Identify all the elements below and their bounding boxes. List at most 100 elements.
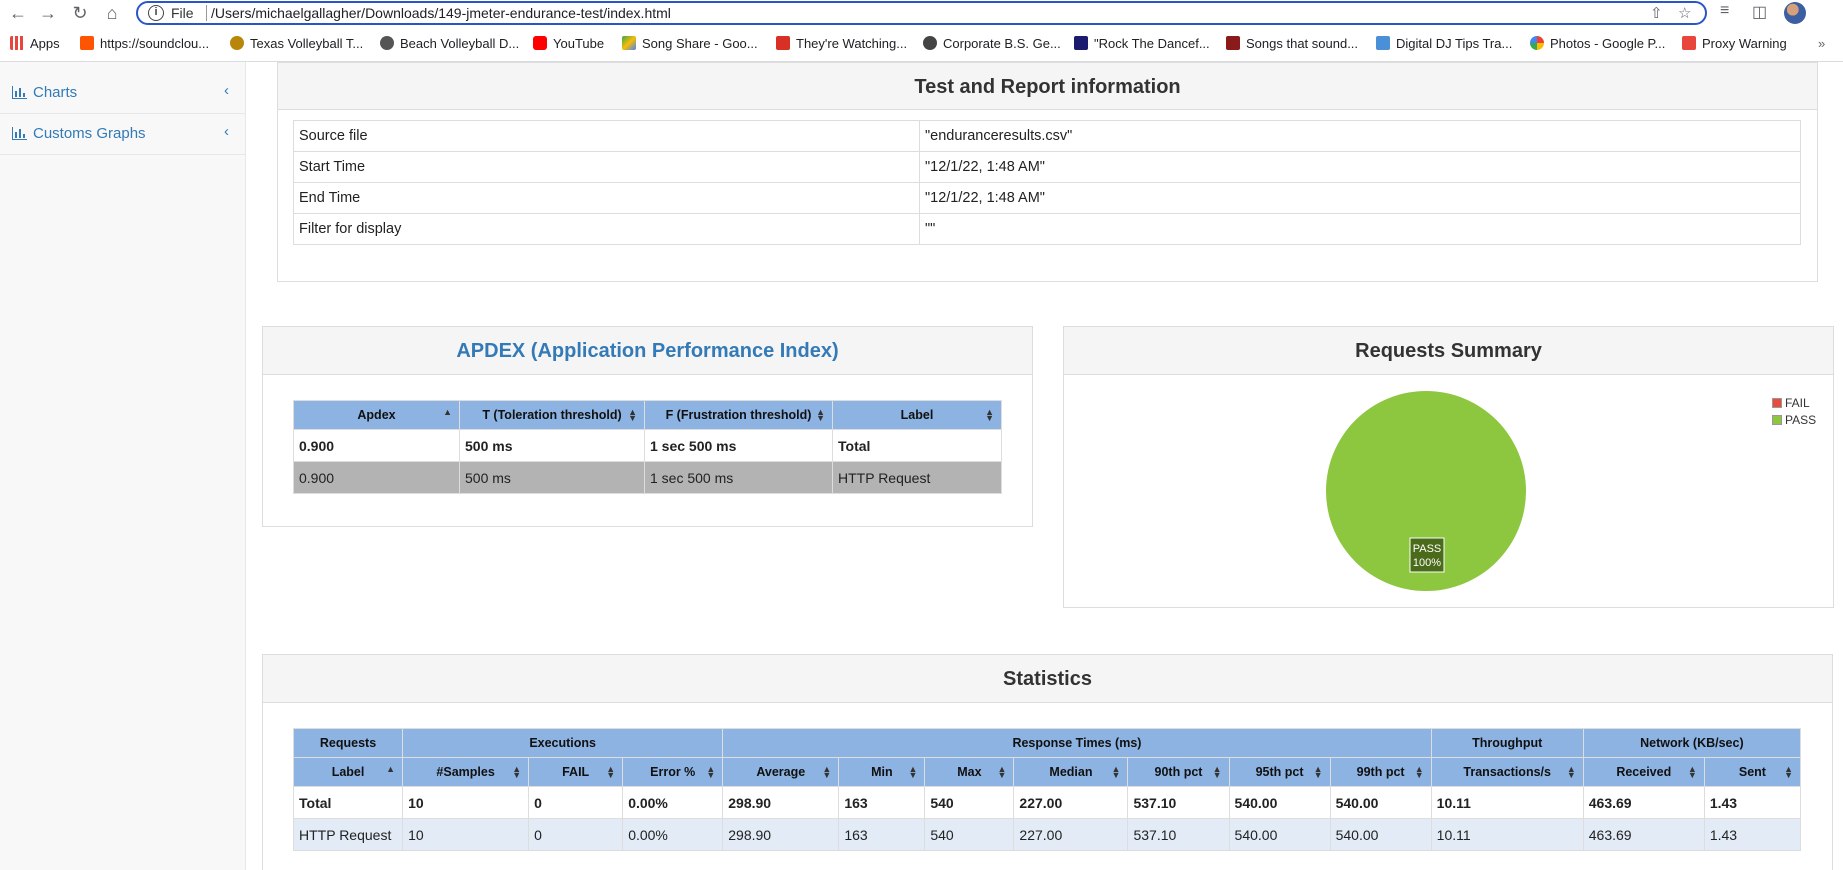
statistics-title: Statistics xyxy=(263,655,1832,703)
table-cell: 463.69 xyxy=(1582,786,1705,819)
column-header[interactable]: FAIL ▲ ▼ xyxy=(528,757,624,787)
sidebar: Charts ‹ Customs Graphs ‹ xyxy=(0,62,246,870)
table-cell: 1 sec 500 ms xyxy=(644,429,833,462)
bookmark-item[interactable]: Corporate B.S. Ge... xyxy=(923,36,1061,51)
bookmark-item[interactable]: Photos - Google P... xyxy=(1530,36,1665,51)
home-icon[interactable]: ⌂ xyxy=(100,2,124,24)
table-cell: 227.00 xyxy=(1013,818,1129,851)
back-arrow-icon[interactable]: ← xyxy=(6,2,30,24)
table-cell: 500 ms xyxy=(459,429,645,462)
bookmark-item[interactable]: Beach Volleyball D... xyxy=(380,36,519,51)
column-header[interactable]: Transactions/s ▲ ▼ xyxy=(1430,757,1584,787)
column-header-label: Min xyxy=(871,765,893,779)
chevron-left-icon: ‹ xyxy=(224,123,229,140)
sort-icon: ▲ ▼ xyxy=(706,764,716,780)
column-header-label: Label xyxy=(900,408,934,422)
column-header[interactable]: 90th pct ▲ ▼ xyxy=(1127,757,1230,787)
red-a-icon xyxy=(776,36,790,50)
column-header[interactable]: Sent ▲ ▼ xyxy=(1703,757,1802,787)
column-header-label: 90th pct xyxy=(1154,765,1203,779)
bookmark-label: Beach Volleyball D... xyxy=(400,36,520,51)
bookmark-label: YouTube xyxy=(553,36,605,51)
sidebar-item-customs-graphs[interactable]: Customs Graphs ‹ xyxy=(0,114,245,155)
group-header: Executions xyxy=(402,728,724,758)
column-header[interactable]: Received ▲ ▼ xyxy=(1582,757,1705,787)
sort-icon: ▲ ▼ xyxy=(1414,764,1424,780)
sort-icon: ▲ ▼ xyxy=(628,407,637,423)
requests-summary-panel: Requests Summary PASS 100% xyxy=(1063,326,1834,608)
table-cell: 540.00 xyxy=(1228,786,1331,819)
table-cell: 1.43 xyxy=(1703,818,1802,851)
sort-icon: ▲ ▼ xyxy=(908,764,918,780)
sidebar-item-charts[interactable]: Charts ‹ xyxy=(0,73,245,114)
share-icon[interactable]: ⇧ xyxy=(1650,4,1663,22)
table-cell: 0.00% xyxy=(622,818,724,851)
column-header[interactable]: Label ▲ xyxy=(292,757,404,787)
column-header[interactable]: #Samples ▲ ▼ xyxy=(402,757,530,787)
address-bar[interactable]: i File /Users/michaelgallagher/Downloads… xyxy=(136,1,1707,25)
reading-list-icon[interactable]: ≡ xyxy=(1720,2,1729,20)
column-header[interactable]: Error % ▲ ▼ xyxy=(622,757,724,787)
bookmark-item[interactable]: Song Share - Goo... xyxy=(622,36,758,51)
table-cell: 463.69 xyxy=(1582,818,1705,851)
test-info-title: Test and Report information xyxy=(278,62,1817,110)
table-cell: HTTP Request xyxy=(832,461,1002,494)
more-bookmarks-icon[interactable]: » xyxy=(1818,36,1825,51)
sort-icon: ▲ ▼ xyxy=(512,764,522,780)
songs-icon xyxy=(1226,36,1240,50)
info-value: "12/1/22, 1:48 AM" xyxy=(919,182,1801,214)
table-cell: 540.00 xyxy=(1228,818,1331,851)
column-header-label: T (Toleration threshold) xyxy=(482,408,622,422)
group-header: Throughput xyxy=(1430,728,1584,758)
bookmark-item[interactable]: They're Watching... xyxy=(776,36,907,51)
info-key: Source file xyxy=(293,120,920,152)
bookmark-label: https://soundclou... xyxy=(100,36,210,51)
column-header-label: Label xyxy=(331,765,365,779)
column-header[interactable]: Label ▲ ▼ xyxy=(832,400,1002,430)
sort-icon: ▲ ▼ xyxy=(1687,764,1697,780)
bookmark-item[interactable]: Songs that sound... xyxy=(1226,36,1358,51)
column-header[interactable]: Max ▲ ▼ xyxy=(924,757,1015,787)
table-row: 0.900 500 ms 1 sec 500 ms Total xyxy=(293,429,1002,462)
bookmark-item[interactable]: "Rock The Dancef... xyxy=(1074,36,1210,51)
url-text[interactable]: /Users/michaelgallagher/Downloads/149-jm… xyxy=(211,5,671,21)
side-panel-icon[interactable]: ◫ xyxy=(1752,2,1767,22)
column-header[interactable]: Min ▲ ▼ xyxy=(838,757,926,787)
column-header[interactable]: 99th pct ▲ ▼ xyxy=(1329,757,1432,787)
table-cell: 537.10 xyxy=(1127,786,1230,819)
info-key: Start Time xyxy=(293,151,920,183)
column-header[interactable]: F (Frustration threshold) ▲ ▼ xyxy=(644,400,833,430)
forward-arrow-icon[interactable]: → xyxy=(36,2,60,24)
bookmark-star-icon[interactable]: ☆ xyxy=(1678,4,1691,22)
column-header[interactable]: Average ▲ ▼ xyxy=(722,757,840,787)
apdex-panel: APDEX (Application Performance Index) Ap… xyxy=(262,326,1033,527)
reload-icon[interactable]: ↻ xyxy=(68,2,92,24)
bookmark-item[interactable]: Proxy Warning xyxy=(1682,36,1787,51)
table-row: Total 10 0 0.00% 298.90 163 540 227.00 537.10 540… xyxy=(292,786,1802,819)
bar-chart-icon xyxy=(12,127,27,140)
column-header[interactable]: 95th pct ▲ ▼ xyxy=(1228,757,1331,787)
table-cell: 0 xyxy=(528,786,624,819)
pie-slice-label: PASS xyxy=(1413,543,1442,555)
statistics-table: Requests Executions Response Times (ms) … xyxy=(292,728,1802,851)
bookmark-item[interactable]: YouTube xyxy=(533,36,604,51)
legend-item-pass[interactable]: PASS xyxy=(1772,413,1816,430)
column-header[interactable]: T (Toleration threshold) ▲ ▼ xyxy=(459,400,645,430)
column-header[interactable]: Apdex ▲ xyxy=(293,400,460,430)
bookmark-item[interactable]: https://soundclou... xyxy=(80,36,209,51)
sidebar-item-label: Charts xyxy=(33,84,78,101)
info-icon[interactable]: i xyxy=(148,5,164,21)
table-cell: 227.00 xyxy=(1013,786,1129,819)
statistics-panel: Statistics Requests Executions Response … xyxy=(262,654,1833,870)
column-header[interactable]: Median ▲ ▼ xyxy=(1013,757,1129,787)
sort-icon: ▲ ▼ xyxy=(1111,764,1121,780)
legend-item-fail[interactable]: FAIL xyxy=(1772,396,1816,413)
profile-avatar[interactable] xyxy=(1784,2,1806,24)
sort-asc-icon: ▲ xyxy=(386,764,396,774)
bookmark-apps[interactable]: Apps xyxy=(10,36,60,51)
column-header-label: 99th pct xyxy=(1356,765,1405,779)
table-cell: 10.11 xyxy=(1430,786,1584,819)
bookmark-item[interactable]: Texas Volleyball T... xyxy=(230,36,363,51)
bookmark-item[interactable]: Digital DJ Tips Tra... xyxy=(1376,36,1512,51)
table-cell: 298.90 xyxy=(722,818,840,851)
